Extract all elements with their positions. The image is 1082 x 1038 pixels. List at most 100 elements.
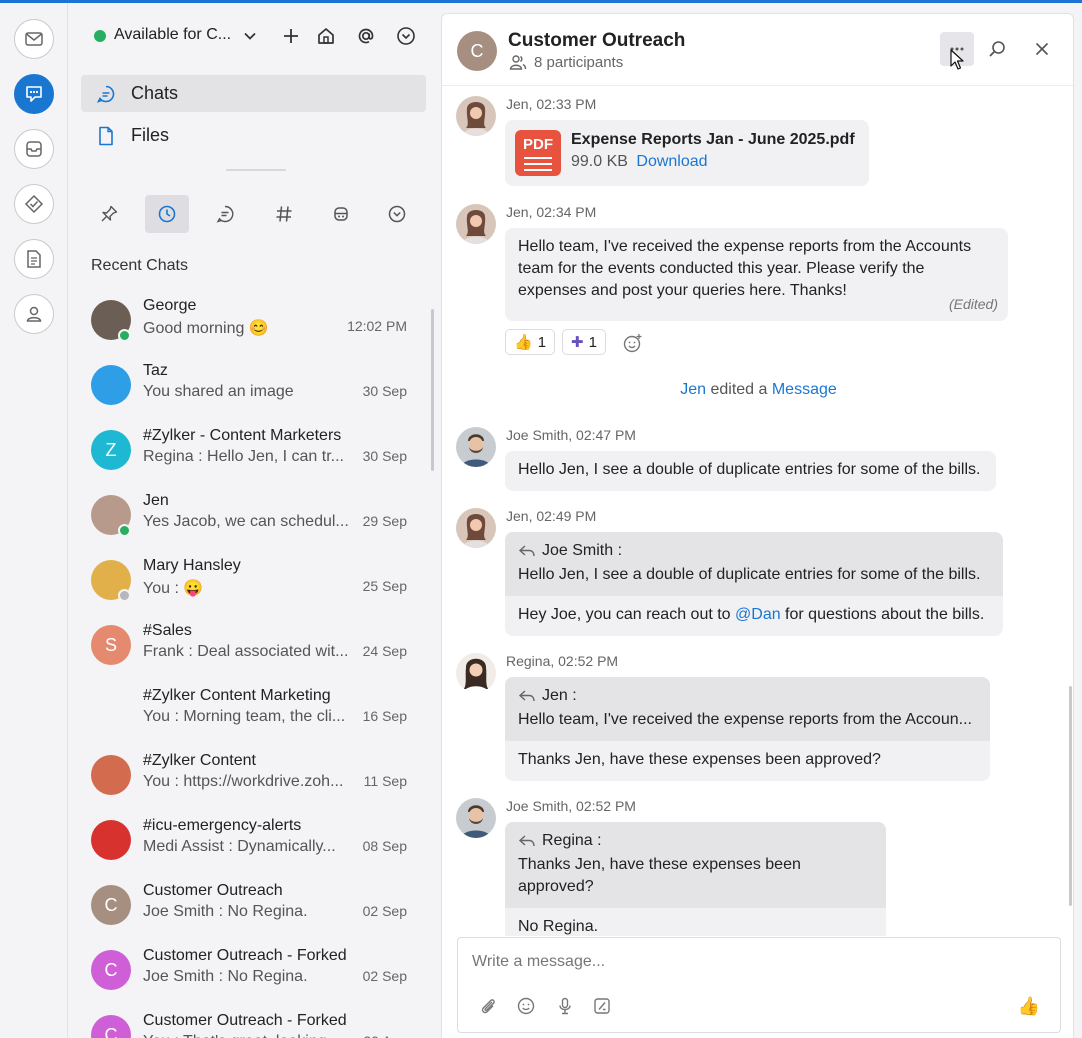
avatar-jen[interactable] [456,204,496,244]
message-bubble[interactable]: Hello Jen, I see a double of duplicate e… [505,451,996,491]
chat-list-item[interactable]: C Customer Outreach - Forked Joe Smith : N… [68,939,430,1004]
contacts-icon[interactable] [14,294,54,334]
reaction-emoji: 👍 [514,334,533,351]
participants-link[interactable]: 8 participants [508,53,623,71]
message-bubble[interactable]: Joe Smith : Hello Jen, I see a double of… [505,532,1003,636]
avatar-joe-smith[interactable] [456,798,496,838]
quoted-message[interactable]: Regina : Thanks Jen, have these expenses… [505,822,886,908]
status-selector[interactable]: Available for C... [114,26,236,44]
reply-icon [518,835,535,847]
avatar-jen[interactable] [456,96,496,136]
chat-list-item[interactable]: #Zylker Content You : https://workdrive.z… [68,744,430,809]
reaction-plus[interactable]: ✚ 1 [562,329,606,355]
quote-header: Regina : [518,830,873,852]
message-text: Hello team, I've received the expense re… [518,238,972,299]
event-object-link[interactable]: Message [772,381,837,398]
nav-chats[interactable]: Chats [81,75,426,112]
filter-pinned[interactable] [87,195,131,233]
message-bubble[interactable]: Regina : Thanks Jen, have these expenses… [505,822,886,936]
emoji-icon[interactable] [516,996,538,1018]
chat-avatar[interactable]: C [91,885,131,925]
filter-more[interactable] [375,195,419,233]
chat-list-item[interactable]: #Zylker Content Marketing You : Morning t… [68,679,430,744]
chat-preview: Joe Smith : No Regina. [143,903,308,920]
chat-icon[interactable] [14,74,54,114]
avatar-jen[interactable] [456,508,496,548]
reaction-thumbs-up[interactable]: 👍 1 [505,329,556,355]
inbox-icon[interactable] [14,129,54,169]
chat-list-item[interactable]: S #Sales Frank : Deal associated wit... 24 … [68,614,430,679]
panel-divider [226,169,286,171]
nav-files[interactable]: Files [81,117,426,154]
filter-channels[interactable] [262,195,306,233]
chat-avatar[interactable]: Z [91,430,131,470]
avatar-regina[interactable] [456,653,496,693]
tasks-icon[interactable] [14,184,54,224]
microphone-icon[interactable] [555,996,577,1018]
message-bubble[interactable]: Hello team, I've received the expense re… [505,228,1008,321]
quoted-message[interactable]: Joe Smith : Hello Jen, I see a double of… [505,532,1003,596]
pdf-line [524,169,552,171]
thumbs-up-send-icon[interactable]: 👍 [1018,996,1040,1017]
pdf-file-icon: PDF [515,130,561,176]
download-link[interactable]: Download [636,153,707,170]
nav-chats-label: Chats [131,83,179,103]
event-actor-link[interactable]: Jen [680,381,706,398]
mention-icon[interactable] [355,25,377,47]
file-info: 99.0 KB Download [571,153,708,171]
file-attachment[interactable]: PDF Expense Reports Jan - June 2025.pdf … [505,120,869,186]
pdf-line [524,157,552,159]
chat-preview: You : https://workdrive.zoh... [143,773,344,790]
reaction-count: 1 [588,333,597,351]
chat-bubble-icon [216,205,234,223]
message-input[interactable] [472,948,1032,976]
home-icon[interactable] [315,25,337,47]
conversation-title[interactable]: Customer Outreach [508,30,685,52]
chat-timestamp: 08 Sep [362,838,407,854]
chat-avatar[interactable] [91,365,131,405]
more-options-icon[interactable] [395,25,417,47]
chat-list-item[interactable]: #icu-emergency-alerts Medi Assist : Dynam… [68,809,430,874]
chat-timestamp: 24 Sep [362,643,407,659]
user-mention[interactable]: @Dan [735,606,781,623]
sidebar-scrollbar[interactable] [431,309,434,471]
quoted-message[interactable]: Jen : Hello team, I've received the expe… [505,677,990,741]
add-reaction-icon[interactable] [622,332,644,354]
attachment-icon[interactable] [478,996,500,1018]
chat-list-item[interactable]: Taz You shared an image 30 Sep [68,354,430,419]
quote-header: Jen : [518,685,977,707]
chat-list-item[interactable]: C Customer Outreach - Forked You : That's … [68,1004,430,1038]
system-event: Jen edited a Message [442,381,1073,399]
chat-avatar[interactable] [91,690,131,730]
filter-recent[interactable] [145,195,189,233]
message-meta: Jen, 02:34 PM [506,204,597,220]
chat-list-item[interactable]: C Customer Outreach Joe Smith : No Regina.… [68,874,430,939]
filter-conversations[interactable] [203,195,247,233]
conversation-avatar[interactable]: C [457,31,497,71]
search-button[interactable] [980,32,1014,66]
chat-avatar[interactable] [91,820,131,860]
message-text: Hey Joe, you can reach out to @Dan for q… [505,596,1003,636]
chat-list-item[interactable]: Z #Zylker - Content Marketers Regina : Hel… [68,419,430,484]
format-icon[interactable] [592,996,614,1018]
message-bubble[interactable]: Jen : Hello team, I've received the expe… [505,677,990,781]
chat-list-item[interactable]: Mary Hansley You : 😛 25 Sep [68,549,430,614]
chat-avatar[interactable]: C [91,950,131,990]
message-scrollbar[interactable] [1069,686,1072,906]
close-button[interactable] [1025,32,1059,66]
notes-icon[interactable] [14,239,54,279]
file-name[interactable]: Expense Reports Jan - June 2025.pdf [571,131,855,149]
mail-icon[interactable] [14,19,54,59]
chat-avatar[interactable]: C [91,1015,131,1038]
filter-bots[interactable] [319,195,363,233]
chevron-down-icon[interactable] [241,27,259,45]
chat-preview: You shared an image [143,383,294,400]
chat-list-item[interactable]: George Good morning 😊 12:02 PM [68,289,430,354]
chat-avatar[interactable]: S [91,625,131,665]
chat-preview: You : That's great, looking... [143,1033,358,1038]
plus-icon[interactable] [280,25,302,47]
avatar-joe-smith[interactable] [456,427,496,467]
quote-author: Jen : [542,687,577,704]
chat-avatar[interactable] [91,755,131,795]
chat-list-item[interactable]: Jen Yes Jacob, we can schedul... 29 Sep [68,484,430,549]
